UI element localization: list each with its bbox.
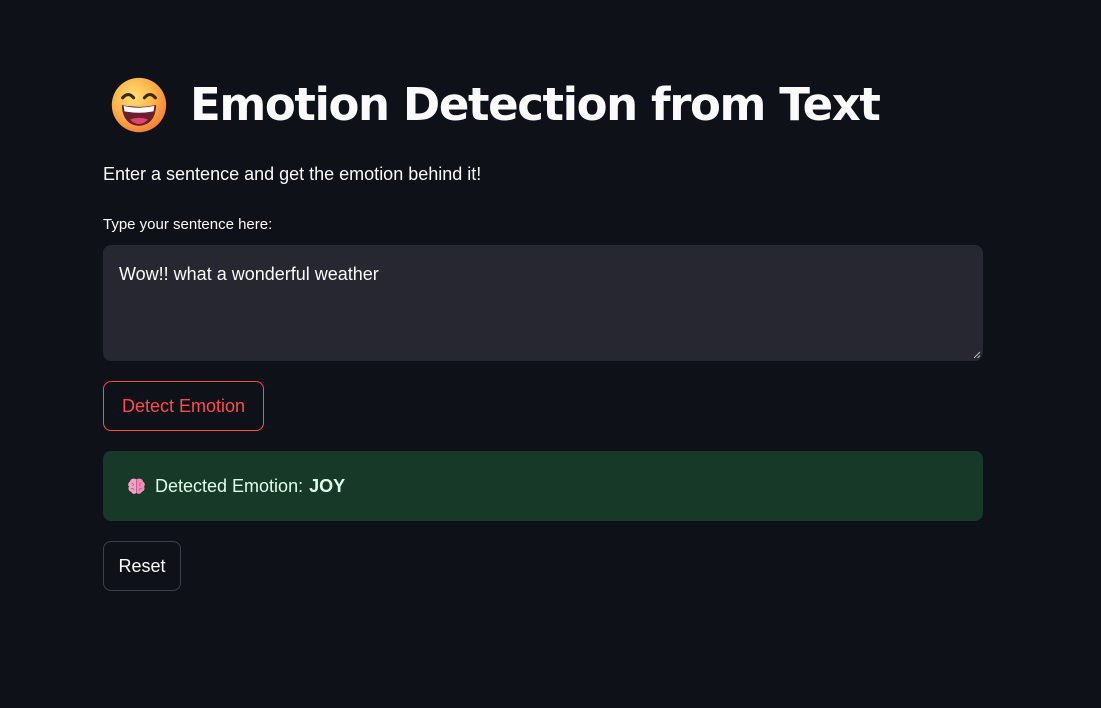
resize-grip-icon[interactable] [972,350,981,359]
page-header: Emotion Detection from Text [110,70,881,140]
app-page: Emotion Detection from Text Enter a sent… [0,0,1101,708]
page-subtitle: Enter a sentence and get the emotion beh… [103,164,482,184]
detected-emotion-value: JOY [309,475,346,496]
detected-emotion-prefix: Detected Emotion: [155,475,304,496]
page-title: Emotion Detection from Text [190,78,881,131]
sentence-input-label: Type your sentence here: [103,216,273,233]
detect-emotion-button[interactable]: Detect Emotion [103,381,264,431]
detected-emotion-alert: Detected Emotion: JOY [103,451,983,521]
sentence-input-container: Wow!! what a wonderful weather [103,245,983,361]
grinning-face-icon [111,77,167,133]
brain-icon [128,478,145,494]
reset-button[interactable]: Reset [103,541,181,591]
sentence-input[interactable]: Wow!! what a wonderful weather [103,245,983,361]
